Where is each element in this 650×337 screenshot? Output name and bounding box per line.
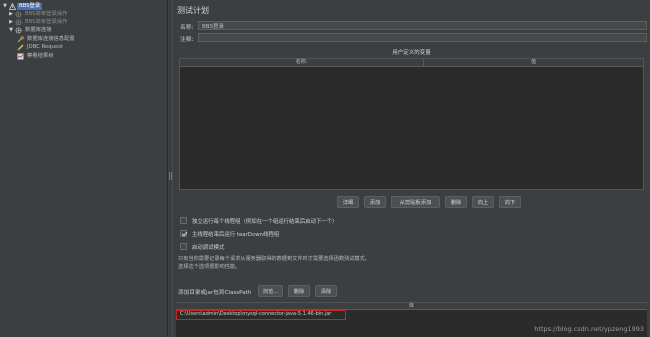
watermark: https://blog.csdn.net/ypzeng1993 <box>534 325 644 333</box>
tree-item-label: 察看结果树 <box>27 52 54 59</box>
tree-item-db-config[interactable]: 数据库连接信息配置 <box>16 35 77 43</box>
tree-item-label: 数据库连接信息配置 <box>27 35 75 42</box>
name-label: 名称: <box>180 25 194 31</box>
teardown-label: 主线程结束后运行 tearDown线程组 <box>192 231 280 238</box>
detail-button[interactable]: 详细 <box>337 196 359 208</box>
teardown-option[interactable]: 主线程结束后运行 tearDown线程组 <box>180 229 279 238</box>
functional-mode-label: 启动调试模式 <box>192 244 225 251</box>
comment-label: 注释: <box>180 37 194 43</box>
comment-field[interactable] <box>198 33 647 42</box>
serialize-thread-groups-option[interactable]: 独立运行每个线程组（例如在一个组运行结束后启动下一个） <box>180 216 338 225</box>
splitter-handle[interactable] <box>169 172 172 180</box>
performance-note: 选择这个选项很影响性能。 <box>178 264 241 270</box>
test-plan-icon <box>8 2 17 10</box>
user-variables-title: 用户定义的变量 <box>392 50 431 56</box>
tree-item-thread-group-1[interactable]: ▶ BBS简单登录操作 <box>8 10 69 18</box>
user-variables-table[interactable]: 名称: 值 <box>179 58 644 190</box>
tree-item-label: 数据库连接 <box>25 26 52 33</box>
classpath-delete-button[interactable]: 删除 <box>288 285 310 297</box>
name-field[interactable] <box>198 21 647 30</box>
table-row[interactable]: C:\Users\admin\Desktop\mysql-connector-j… <box>176 310 346 320</box>
gear-icon <box>14 18 23 26</box>
page-title: 测试计划 <box>177 6 209 15</box>
add-button[interactable]: 添加 <box>364 196 386 208</box>
tree-item-results-tree[interactable]: 察看结果树 <box>16 52 56 60</box>
functional-mode-checkbox[interactable] <box>180 243 187 250</box>
tree-item-label: JDBC Request <box>27 43 64 50</box>
tree-item-label: BBS简单登录操作 <box>25 18 68 25</box>
test-plan-tree: ▼ BBS登录 ▶ BBS简单登录操作 ▶ BBS简单登录操作 ▼ 数据库连接 … <box>0 0 167 337</box>
chart-icon <box>16 52 25 60</box>
classpath-label: 添加目录或jar包到ClassPath <box>178 290 252 296</box>
pencil-icon <box>16 43 25 51</box>
delete-button[interactable]: 删除 <box>445 196 467 208</box>
teardown-checkbox[interactable] <box>180 230 187 237</box>
gear-icon <box>14 26 23 34</box>
tree-item-label: BBS简单登录操作 <box>25 10 68 17</box>
tree-item-jdbc-request[interactable]: JDBC Request <box>16 43 65 51</box>
move-up-button[interactable]: 向上 <box>472 196 494 208</box>
serialize-checkbox[interactable] <box>180 217 187 224</box>
test-plan-panel: 测试计划 名称: 注释: 用户定义的变量 名称: 值 详细 添加 从剪贴板添加 … <box>173 0 650 337</box>
wrench-icon <box>16 35 25 43</box>
tree-item-label: BBS登录 <box>17 2 43 10</box>
library-column-header[interactable]: 库 <box>176 303 647 310</box>
column-header-value[interactable]: 值 <box>424 59 643 66</box>
serialize-label: 独立运行每个线程组（例如在一个组运行结束后启动下一个） <box>192 218 338 225</box>
add-from-clipboard-button[interactable]: 从剪贴板添加 <box>391 196 440 208</box>
move-down-button[interactable]: 向下 <box>499 196 521 208</box>
tree-item-thread-group-2[interactable]: ▶ BBS简单登录操作 <box>8 18 69 26</box>
tree-item-bbs-login[interactable]: ▼ BBS登录 <box>2 2 43 10</box>
gear-icon <box>14 10 23 18</box>
functional-mode-note: 只有当你需要记录每个请求从服务器取得的数据到文件时才需要选择函数测试模式。 <box>178 256 370 262</box>
browse-button[interactable]: 浏览... <box>258 285 283 297</box>
table-header: 名称: 值 <box>180 59 643 67</box>
tree-item-db-connection[interactable]: ▼ 数据库连接 <box>8 26 54 34</box>
functional-mode-option[interactable]: 启动调试模式 <box>180 242 224 251</box>
column-header-name[interactable]: 名称: <box>180 59 424 66</box>
classpath-clear-button[interactable]: 清除 <box>315 285 337 297</box>
